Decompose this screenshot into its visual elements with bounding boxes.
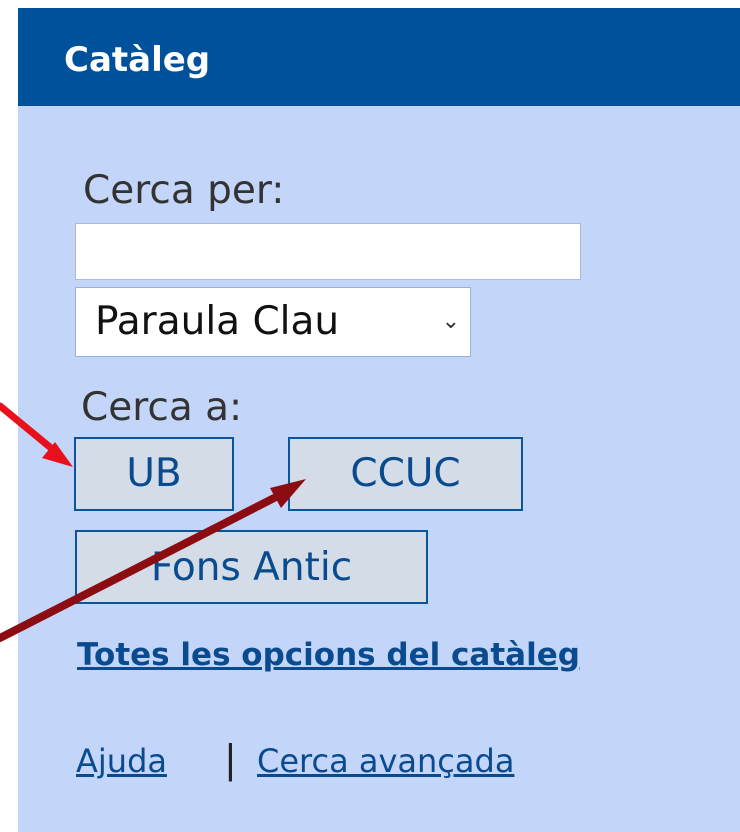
search-type-select[interactable]: Paraula Clau ⌄ <box>75 287 471 357</box>
search-input[interactable] <box>75 223 581 280</box>
search-by-label: Cerca per: <box>83 168 285 213</box>
all-catalog-options-link[interactable]: Totes les opcions del catàleg <box>77 628 597 682</box>
ccuc-button[interactable]: CCUC <box>288 437 523 511</box>
links-separator: | <box>224 737 237 781</box>
help-link[interactable]: Ajuda <box>76 737 167 785</box>
catalog-title: Catàleg <box>64 40 211 80</box>
ub-button[interactable]: UB <box>74 437 234 511</box>
search-scope-label: Cerca a: <box>81 385 243 430</box>
caret-down-icon: ⌄ <box>441 309 460 334</box>
fons-antic-button[interactable]: Fons Antic <box>75 530 428 604</box>
advanced-search-link[interactable]: Cerca avançada <box>257 737 514 785</box>
search-type-value: Paraula Clau <box>95 299 340 344</box>
